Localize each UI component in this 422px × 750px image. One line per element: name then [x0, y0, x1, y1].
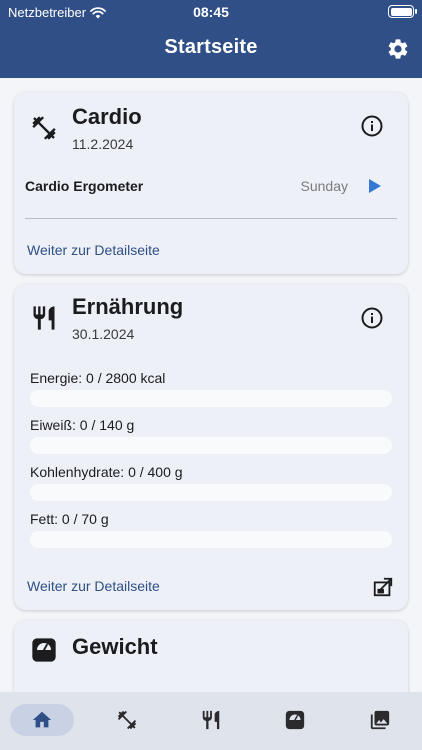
nutrition-date: 30.1.2024 [72, 326, 135, 342]
gear-icon[interactable] [386, 37, 410, 61]
carbs-label: Kohlenhydrate: 0 / 400 g [30, 464, 183, 480]
info-icon[interactable] [360, 306, 384, 330]
nutrition-title: Ernährung [72, 294, 184, 319]
page-title: Startseite [164, 36, 258, 58]
cardio-card: Cardio 11.2.2024 Cardio Ergometer Sunday… [14, 92, 408, 274]
utensils-icon [33, 306, 55, 330]
info-icon[interactable] [360, 114, 384, 138]
tab-cardio[interactable] [95, 704, 159, 736]
protein-progress-bar [30, 437, 392, 454]
tab-weight[interactable] [263, 704, 327, 736]
export-icon[interactable] [372, 576, 394, 598]
photo-library-icon [370, 710, 390, 730]
cardio-title: Cardio [72, 104, 142, 129]
nutrition-card: Ernährung 30.1.2024 Energie: 0 / 2800 kc… [14, 284, 408, 610]
tab-home[interactable] [10, 704, 74, 736]
fat-label: Fett: 0 / 70 g [30, 511, 109, 527]
bottom-tab-bar [0, 692, 422, 750]
cardio-detail-link[interactable]: Weiter zur Detailseite [27, 242, 160, 258]
divider [25, 218, 397, 219]
utensils-icon [202, 710, 220, 730]
exercise-day: Sunday [300, 178, 348, 194]
play-icon[interactable] [368, 178, 382, 194]
scale-icon [32, 638, 56, 662]
home-icon [32, 711, 52, 728]
scale-icon [285, 710, 305, 730]
exercise-name[interactable]: Cardio Ergometer [25, 178, 143, 194]
nutrition-detail-link[interactable]: Weiter zur Detailseite [27, 578, 160, 594]
tab-nutrition[interactable] [179, 704, 243, 736]
energy-label: Energie: 0 / 2800 kcal [30, 370, 166, 386]
app-header: Netzbetreiber 08:45 Startseite [0, 0, 422, 78]
carbs-progress-bar [30, 484, 392, 501]
dumbbell-icon [117, 710, 137, 730]
fat-progress-bar [30, 531, 392, 548]
status-time: 08:45 [193, 4, 229, 20]
cardio-date: 11.2.2024 [72, 136, 134, 152]
battery-icon [388, 5, 417, 18]
status-bar: Netzbetreiber 08:45 [0, 0, 422, 24]
dumbbell-icon [32, 116, 56, 140]
protein-label: Eiweiß: 0 / 140 g [30, 417, 135, 433]
tab-photos[interactable] [348, 704, 412, 736]
energy-progress-bar [30, 390, 392, 407]
weight-title: Gewicht [72, 634, 158, 659]
